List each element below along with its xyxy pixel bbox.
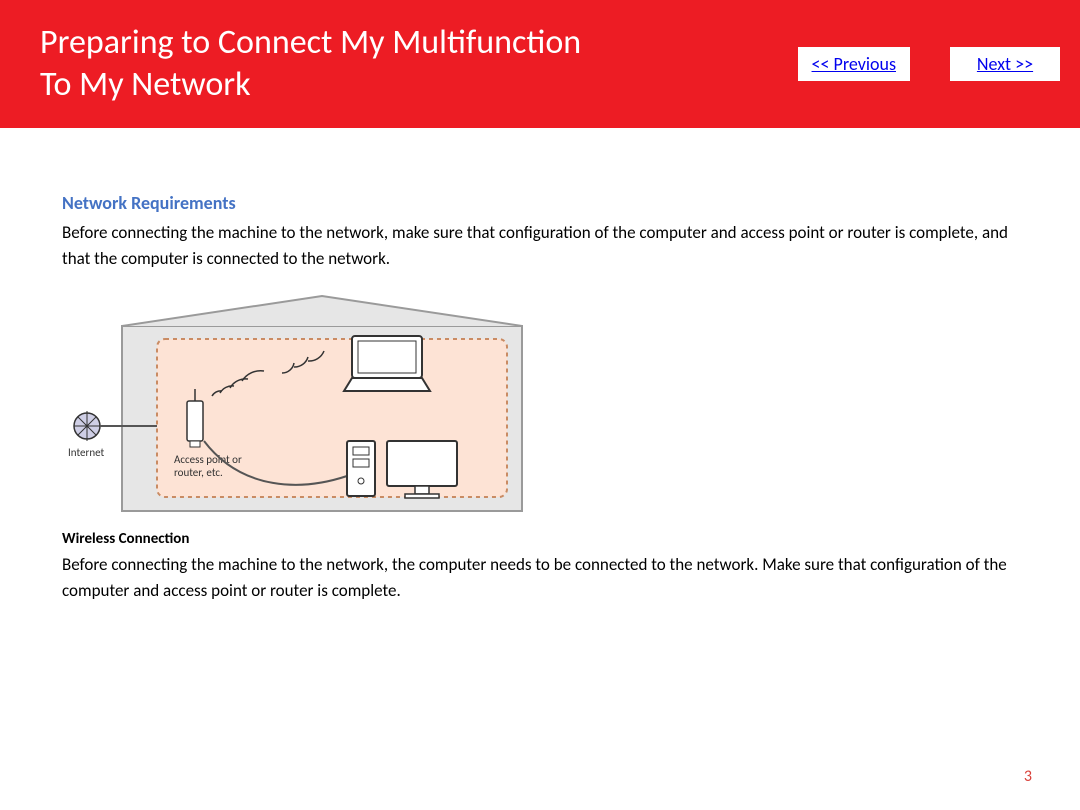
previous-button[interactable]: << Previous [798,47,910,81]
internet-label: Internet [68,446,105,459]
page-title: Preparing to Connect My Multifunction To… [40,22,581,107]
title-line-2: To My Network [40,64,251,105]
router-label-1: Access point or [174,453,242,466]
header-bar: Preparing to Connect My Multifunction To… [0,0,1080,128]
section-heading: Network Requirements [62,192,1018,214]
desktop-icon [347,441,375,496]
title-line-1: Preparing to Connect My Multifunction [40,22,581,63]
content-area: Network Requirements Before connecting t… [0,128,1080,604]
wireless-sub-heading: Wireless Connection [62,530,1018,548]
nav-group: << Previous Next >> [798,47,1060,81]
page-number: 3 [1024,767,1032,786]
laptop-icon [344,336,430,391]
router-label-2: router, etc. [174,466,223,479]
intro-paragraph: Before connecting the machine to the net… [62,220,1018,273]
wireless-paragraph: Before connecting the machine to the net… [62,552,1018,605]
next-button[interactable]: Next >> [950,47,1060,81]
network-diagram: Internet Access point or router, etc. [62,291,1018,516]
